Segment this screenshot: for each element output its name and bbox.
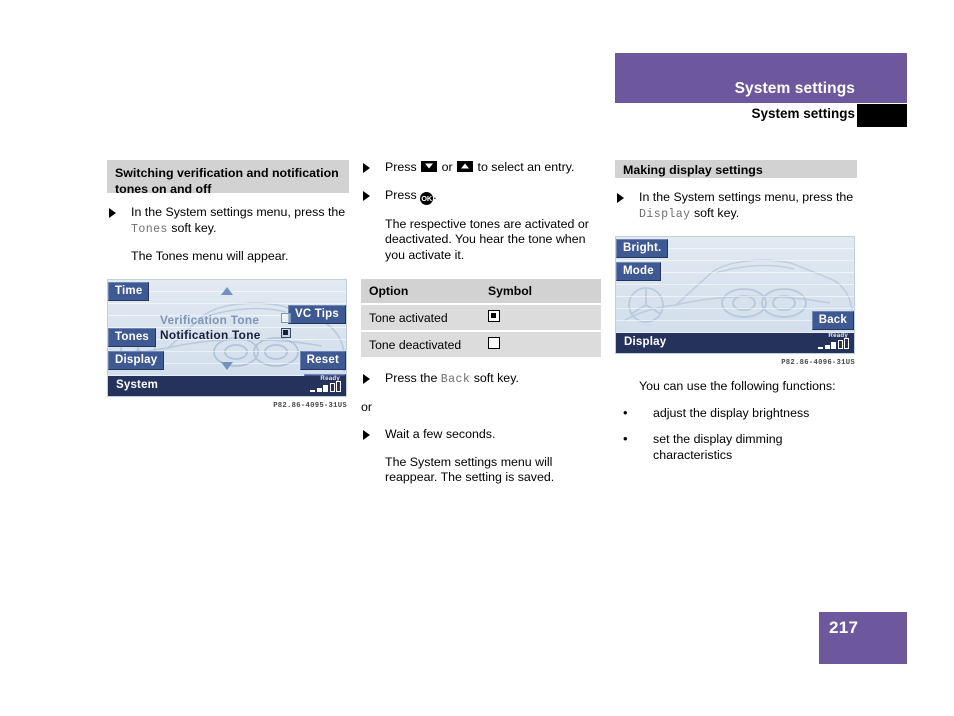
device-screen-display: Bright. Mode Back Display Ready — [615, 236, 855, 354]
section-heading-tones: Switching verification and notification … — [107, 160, 349, 196]
menu-row-verification-tone[interactable]: Verification Tone — [160, 313, 259, 327]
menu-row-notification-tone[interactable]: Notification Tone — [160, 328, 261, 342]
softkey-name-display: Display — [639, 207, 691, 221]
chapter-black-tab — [857, 104, 907, 127]
column-right: Making display settings In the System se… — [615, 160, 857, 463]
page-number: 217 — [829, 618, 859, 637]
down-arrow-key-icon — [421, 161, 438, 172]
step-text-pre: In the System settings menu, press the — [131, 205, 346, 219]
list-item: adjust the display brightness — [615, 405, 857, 422]
table-cell-option: Tone activated — [361, 304, 480, 332]
step-text-pre: In the System settings menu, press the — [639, 190, 854, 204]
step-triangle-icon — [363, 430, 370, 440]
screen-status-bar: System Ready — [108, 375, 346, 396]
step-text-post: to select an entry. — [477, 160, 575, 174]
up-arrow-key-icon — [457, 161, 474, 172]
page-number-box: 217 — [819, 612, 907, 664]
signal-bars-icon — [818, 338, 849, 349]
mercedes-star-icon — [628, 287, 664, 323]
step-text-pre: Press — [385, 160, 417, 174]
checkbox-verification-tone[interactable] — [281, 312, 291, 323]
step-text: Wait a few seconds. — [385, 427, 496, 441]
figure-caption-tones: P82.86-4095-31US — [273, 401, 347, 410]
column-middle: Press or to select an entry. Press OK. T… — [361, 160, 603, 486]
softkey-reset[interactable]: Reset — [299, 350, 346, 370]
step-triangle-icon — [109, 208, 116, 218]
table-row: Tone activated — [361, 304, 601, 332]
softkey-time[interactable]: Time — [108, 281, 150, 301]
step-text-post: soft key. — [171, 220, 217, 235]
step-text-mid: or — [441, 160, 453, 174]
figure-caption-display: P82.86-4096-31US — [781, 359, 855, 367]
table-header-option: Option — [361, 279, 480, 305]
result-menu-reappear: The System settings menu will reappear. … — [385, 454, 555, 485]
status-label-display: Display — [624, 336, 667, 348]
table-header-symbol: Symbol — [480, 279, 601, 305]
step-press-tones: In the System settings menu, press the T… — [107, 205, 349, 237]
empty-checkbox-icon — [488, 337, 500, 349]
result-tones-menu: The Tones menu will appear. — [131, 249, 289, 263]
softkey-mode[interactable]: Mode — [616, 262, 661, 281]
step-triangle-icon — [363, 374, 370, 384]
step-text-pre: Press — [385, 187, 417, 202]
section-heading-display: Making display settings — [615, 160, 857, 178]
step-triangle-icon — [363, 163, 370, 173]
step-text-post: soft key. — [473, 371, 519, 385]
step-text-post: . — [433, 187, 437, 202]
table-cell-option: Tone deactivated — [361, 331, 480, 359]
table-cell-symbol — [480, 304, 601, 332]
or-separator: or — [361, 399, 373, 414]
softkey-name-tones: Tones — [131, 222, 168, 236]
header-band-title: System settings — [734, 80, 855, 97]
status-label-system: System — [116, 378, 159, 391]
header-sub-title: System settings — [751, 106, 855, 121]
softkey-back[interactable]: Back — [811, 311, 854, 330]
device-screen-tones: Time Tones Display VC Tips Reset Back Ve… — [107, 278, 347, 397]
softkey-vc-tips[interactable]: VC Tips — [287, 304, 346, 324]
options-table: Option Symbol Tone activated Tone deacti… — [361, 279, 601, 359]
step-triangle-icon — [617, 193, 624, 203]
result-tones-toggled: The respective tones are activated or de… — [385, 216, 589, 262]
list-item: set the display dimming characteristics — [615, 431, 857, 463]
step-press-display: In the System settings menu, press the D… — [615, 190, 857, 222]
ok-key-icon: OK — [420, 191, 434, 205]
scroll-up-arrow-icon[interactable] — [221, 286, 233, 295]
header-purple-band: System settings — [615, 53, 907, 103]
step-press-ok: Press OK. — [361, 188, 603, 205]
softkey-tones[interactable]: Tones — [108, 327, 157, 347]
signal-bars-icon — [310, 380, 341, 392]
filled-checkbox-icon — [488, 310, 500, 322]
step-press-arrows: Press or to select an entry. — [361, 160, 603, 176]
softkey-name-back: Back — [440, 373, 471, 386]
header-sub-row: System settings — [615, 104, 907, 127]
step-wait: Wait a few seconds. — [361, 427, 603, 443]
scroll-down-arrow-icon[interactable] — [221, 361, 233, 370]
step-triangle-icon — [363, 190, 370, 201]
softkey-brightness[interactable]: Bright. — [616, 239, 669, 258]
checkbox-notification-tone[interactable] — [281, 327, 291, 338]
functions-intro: You can use the following functions: — [639, 379, 836, 393]
table-header-row: Option Symbol — [361, 279, 601, 305]
softkey-display[interactable]: Display — [108, 350, 165, 370]
step-text-pre: Press the — [385, 371, 438, 385]
table-row: Tone deactivated — [361, 331, 601, 359]
column-left: Switching verification and notification … — [107, 160, 349, 410]
screen-status-bar: Display Ready — [616, 332, 854, 353]
step-press-back: Press the Back soft key. — [361, 371, 603, 388]
step-text-post: soft key. — [693, 205, 740, 220]
table-cell-symbol — [480, 331, 601, 359]
